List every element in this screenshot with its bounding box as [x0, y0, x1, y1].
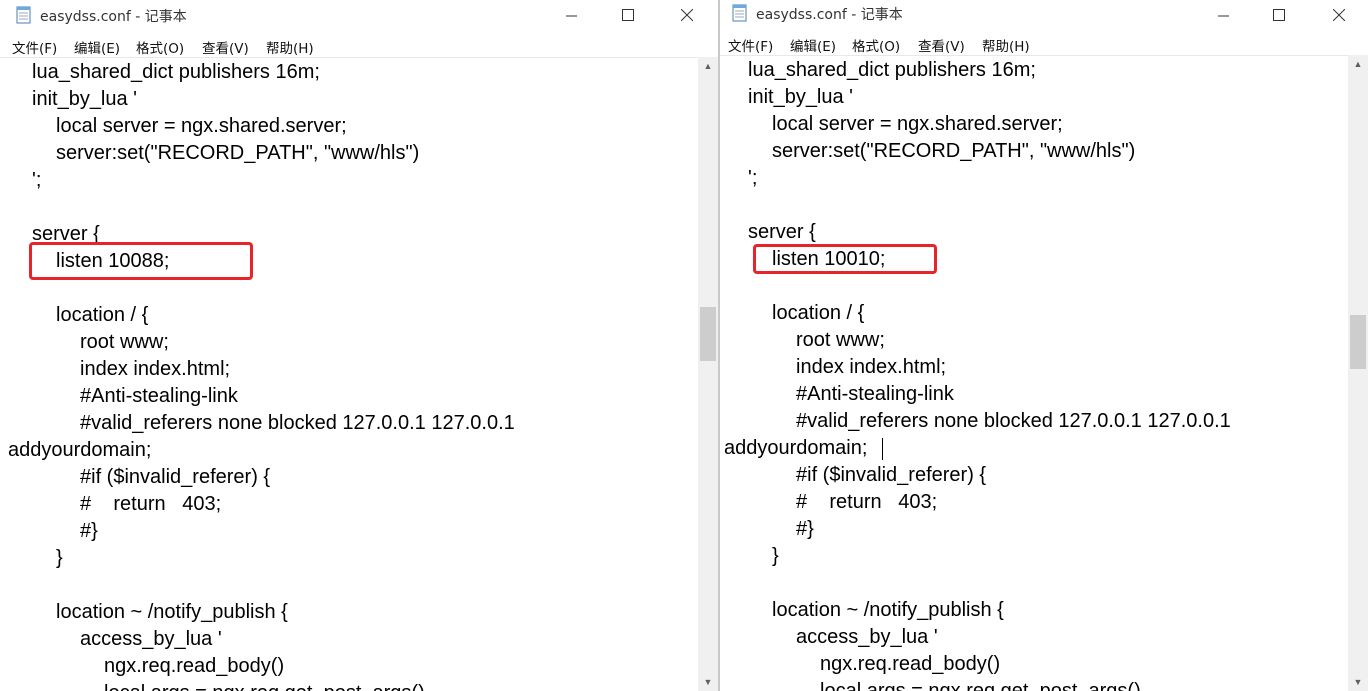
menu-file[interactable]: 文件(F)	[728, 35, 773, 55]
code-line: ';	[748, 167, 758, 189]
highlight-box	[753, 244, 937, 274]
menu-edit[interactable]: 编辑(E)	[74, 37, 120, 57]
code-line: root www;	[796, 329, 885, 351]
code-line: location ~ /notify_publish {	[772, 599, 1004, 621]
code-line: server {	[748, 221, 816, 243]
code-line: ';	[32, 169, 42, 191]
code-line: lua_shared_dict publishers 16m;	[32, 61, 320, 83]
menu-format[interactable]: 格式(O)	[136, 37, 184, 57]
code-line: #}	[80, 520, 98, 542]
vertical-scrollbar[interactable]: ▲ ▼	[698, 57, 718, 691]
code-line: local server = ngx.shared.server;	[56, 115, 347, 137]
code-line: local args = ngx.req.get_post_args()	[820, 680, 1141, 691]
code-line: #Anti-stealing-link	[80, 385, 238, 407]
menu-edit[interactable]: 编辑(E)	[790, 35, 836, 55]
code-line: index index.html;	[80, 358, 231, 380]
code-line: access_by_lua '	[796, 626, 938, 648]
code-line: location / {	[772, 302, 865, 324]
menu-help[interactable]: 帮助(H)	[982, 35, 1030, 55]
scroll-up-arrow[interactable]: ▲	[698, 57, 718, 75]
window-title: easydss.conf - 记事本	[40, 9, 187, 25]
code-line: ngx.req.read_body()	[104, 655, 285, 677]
maximize-button[interactable]	[605, 0, 651, 30]
code-line: }	[56, 547, 63, 569]
code-line: access_by_lua '	[80, 628, 222, 650]
menu-file[interactable]: 文件(F)	[12, 37, 57, 57]
code-line: init_by_lua '	[32, 88, 137, 110]
text-editor[interactable]: lua_shared_dict publishers 16m; init_by_…	[720, 55, 1348, 691]
notepad-icon	[16, 6, 31, 24]
text-caret	[882, 438, 883, 460]
code-line: addyourdomain;	[8, 439, 152, 461]
menu-view[interactable]: 查看(V)	[918, 35, 965, 55]
close-button[interactable]	[664, 0, 710, 30]
code-line: location / {	[56, 304, 149, 326]
minimize-icon	[565, 15, 577, 16]
menu-bar: 文件(F) 编辑(E) 格式(O) 查看(V) 帮助(H)	[0, 33, 718, 57]
maximize-icon	[622, 9, 634, 21]
menu-format[interactable]: 格式(O)	[852, 35, 900, 55]
scroll-thumb[interactable]	[1350, 315, 1366, 369]
title-bar[interactable]: easydss.conf - 记事本	[0, 0, 718, 32]
text-editor[interactable]: lua_shared_dict publishers 16m; init_by_…	[0, 57, 698, 691]
title-bar[interactable]: easydss.conf - 记事本	[720, 0, 1368, 32]
code-line: local server = ngx.shared.server;	[772, 113, 1063, 135]
close-button[interactable]	[1316, 0, 1362, 30]
code-line: location ~ /notify_publish {	[56, 601, 288, 623]
minimize-button[interactable]	[548, 0, 594, 30]
scroll-thumb[interactable]	[700, 307, 716, 361]
notepad-window-right: easydss.conf - 记事本 文件(F) 编辑(E) 格式(O) 查看(…	[720, 0, 1368, 691]
code-line: init_by_lua '	[748, 86, 853, 108]
menu-help[interactable]: 帮助(H)	[266, 37, 314, 57]
code-line: #if ($invalid_referer) {	[80, 466, 271, 488]
code-line: #valid_referers none blocked 127.0.0.1 1…	[796, 410, 1231, 432]
close-icon	[1333, 9, 1345, 21]
code-line: #Anti-stealing-link	[796, 383, 954, 405]
code-line: addyourdomain;	[724, 437, 868, 459]
code-line: root www;	[80, 331, 169, 353]
scroll-down-arrow[interactable]: ▼	[1348, 673, 1368, 691]
notepad-window-left: easydss.conf - 记事本 文件(F) 编辑(E) 格式(O) 查看(…	[0, 0, 718, 691]
minimize-button[interactable]	[1200, 0, 1246, 30]
code-line: #if ($invalid_referer) {	[796, 464, 987, 486]
code-line: # return 403;	[796, 491, 938, 513]
code-line: #}	[796, 518, 814, 540]
window-title: easydss.conf - 记事本	[756, 7, 903, 23]
maximize-button[interactable]	[1256, 0, 1302, 30]
code-line: server:set("RECORD_PATH", "www/hls")	[56, 142, 420, 164]
menu-bar: 文件(F) 编辑(E) 格式(O) 查看(V) 帮助(H)	[720, 31, 1368, 55]
maximize-icon	[1273, 9, 1285, 21]
menu-view[interactable]: 查看(V)	[202, 37, 249, 57]
code-line: }	[772, 545, 779, 567]
code-line: #valid_referers none blocked 127.0.0.1 1…	[80, 412, 515, 434]
close-icon	[681, 9, 693, 21]
code-line: # return 403;	[80, 493, 222, 515]
highlight-box	[29, 242, 253, 280]
code-line: lua_shared_dict publishers 16m;	[748, 59, 1036, 81]
code-line: index index.html;	[796, 356, 947, 378]
scroll-up-arrow[interactable]: ▲	[1348, 55, 1368, 73]
minimize-icon	[1217, 15, 1229, 16]
vertical-scrollbar[interactable]: ▲ ▼	[1348, 55, 1368, 691]
code-line: ngx.req.read_body()	[820, 653, 1001, 675]
scroll-down-arrow[interactable]: ▼	[698, 673, 718, 691]
code-line: server:set("RECORD_PATH", "www/hls")	[772, 140, 1136, 162]
code-line: local args = ngx.req.get_post_args()	[104, 680, 425, 691]
notepad-icon	[732, 4, 747, 22]
